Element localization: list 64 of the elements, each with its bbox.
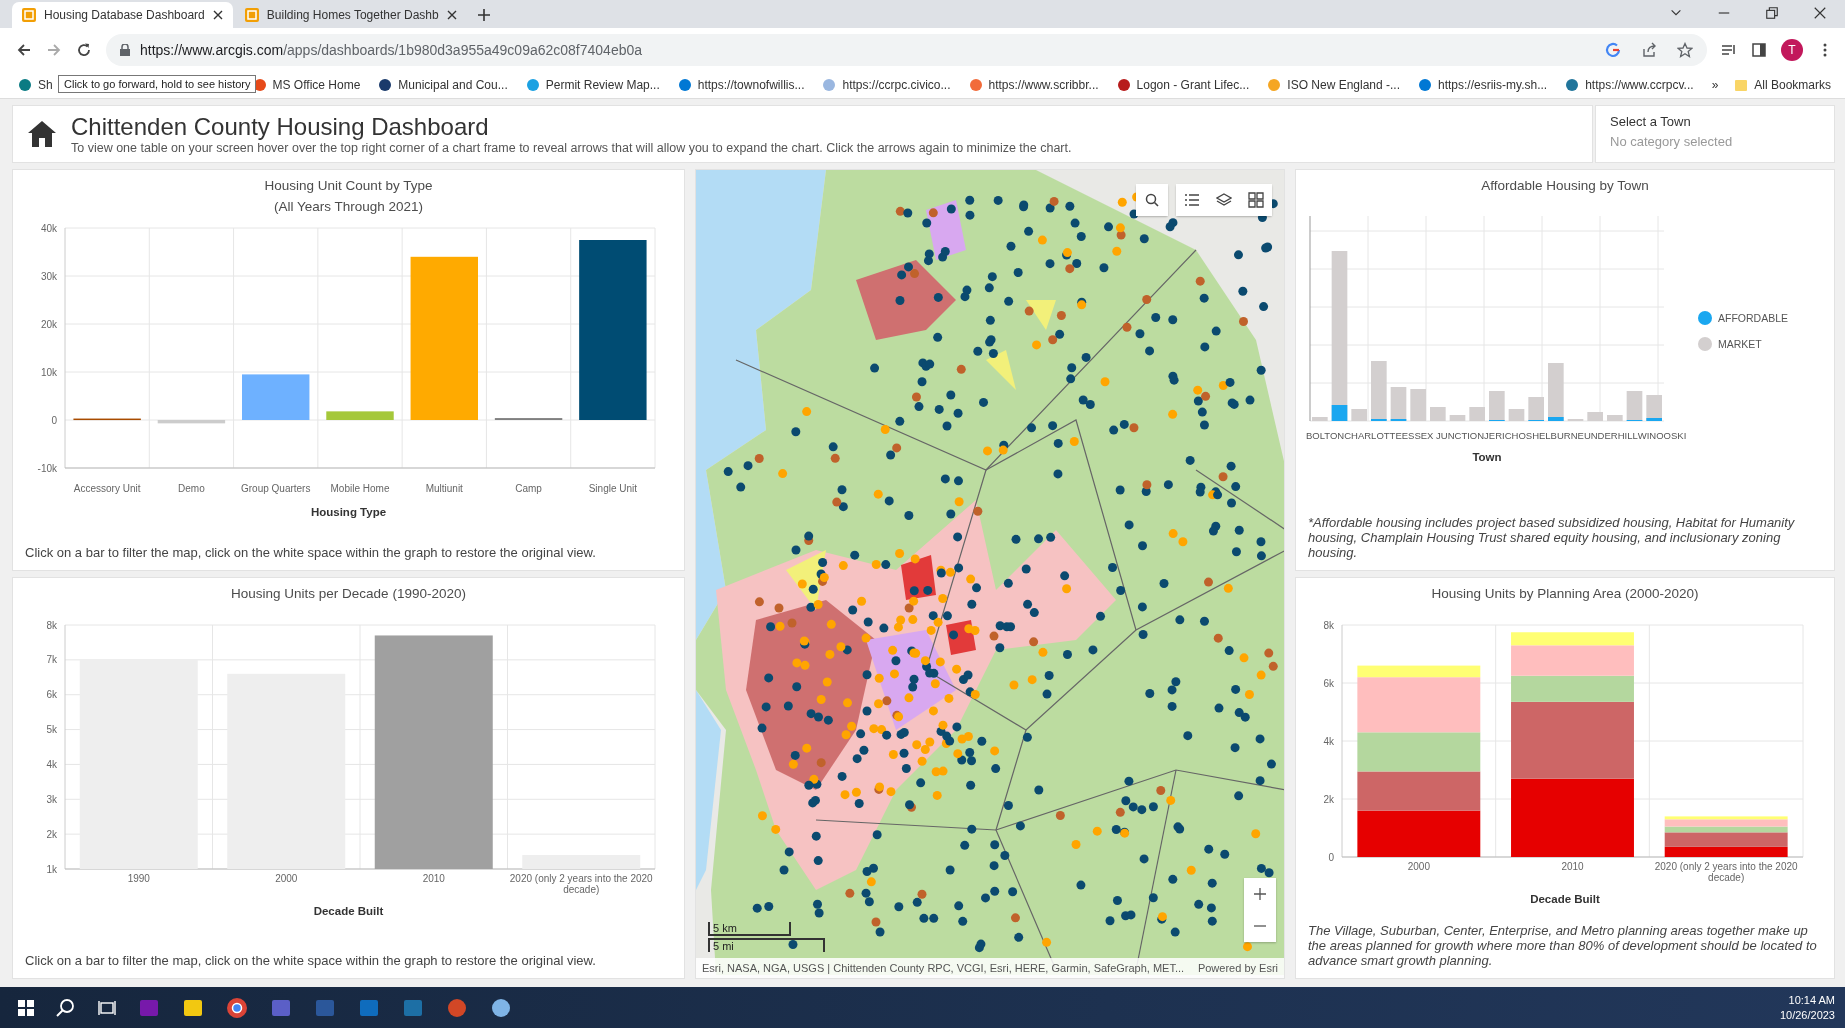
axis-tick-label: 3k	[46, 793, 57, 805]
chart-note: *Affordable housing includes project based subsidized housing, Habitat for Humanity housing, Champlain Housing Trust shared equity housing, and inclusionary zoning housing.	[1307, 515, 1796, 562]
url-text: https://www.arcgis.com/apps/dashboards/1b980d3a955a49c09a62c08f7404eb0a	[140, 42, 643, 58]
taskbar-time: 10:14 AM	[1788, 992, 1835, 1008]
axis-title: Decade Built	[1529, 893, 1601, 905]
axis-tick-label: 2k	[46, 828, 57, 840]
taskbar-date: 10/26/2023	[1779, 1007, 1835, 1023]
tooltip: Click to go forward, hold to see history	[58, 75, 257, 93]
axis-title: Housing Type	[309, 506, 388, 518]
chart-title: Housing Units by Planning Area (2000-2020)	[1430, 586, 1700, 601]
axis-category-label: Group Quarters	[240, 483, 311, 494]
chart-subtitle: (All Years Through 2021)	[272, 199, 425, 214]
axis-category-label: 2010	[1560, 861, 1585, 874]
axis-category-label: Multiunit	[425, 483, 463, 494]
map-attribution: Esri, NASA, NGA, USGS | Chittenden County RPC, VCGI, Esri, HERE, Garmin, SafeGraph, MET...	[702, 962, 1185, 974]
axis-category-label: Mobile Home	[330, 483, 390, 494]
legend-label: AFFORDABLE	[1718, 312, 1788, 324]
axis-category-label: 2010	[421, 873, 446, 886]
axis-tick-label: 20k	[40, 318, 57, 330]
axis-category-label: 2000	[274, 873, 299, 886]
axis-title: Decade Built	[312, 905, 385, 917]
axis-tick-label: 4k	[1323, 735, 1334, 747]
axis-category-label: 2000	[1406, 861, 1431, 874]
axis-tick-label: 1k	[46, 863, 57, 873]
axis-category-label: Accessory Unit	[73, 483, 141, 494]
axis-category-label: UNDERHILL	[1583, 430, 1638, 441]
axis-category-label: SHELBURNE	[1525, 430, 1584, 441]
axis-tick-label: 8k	[1323, 619, 1334, 631]
axis-category-label: WINOOSKI	[1637, 430, 1687, 441]
chart-title: Affordable Housing by Town	[1480, 178, 1650, 193]
dashboard-title: Chittenden County Housing Dashboard	[71, 113, 490, 141]
chart-note: Click on a bar to filter the map, click on the white space within the graph to restore the original view.	[24, 545, 597, 562]
axis-tick-label: 10k	[40, 366, 57, 378]
chart-title: Housing Unit Count by Type	[263, 178, 434, 193]
axis-tick-label: -10k	[37, 462, 57, 474]
axis-tick-label: 5k	[46, 724, 57, 736]
axis-tick-label: 8k	[46, 619, 57, 631]
axis-tick-label: 6k	[46, 689, 57, 701]
axis-category-label: 1990	[126, 873, 151, 886]
axis-category-label: CHARLOTTE	[1344, 430, 1402, 441]
chart-note: The Village, Suburban, Center, Enterprise, and Metro planning areas together make up the areas planned for growth where more than 80% of development should be located to advance smart growth planning.	[1307, 923, 1818, 970]
scale-bar: 5 km	[708, 922, 791, 936]
axis-category-label: ESSEX JUNCTION	[1401, 430, 1485, 441]
axis-tick-label: 0	[51, 414, 57, 426]
axis-tick-label: 2k	[1323, 793, 1334, 805]
axis-title: Town	[1471, 451, 1503, 463]
axis-tick-label: 30k	[40, 270, 57, 282]
axis-category-label: BOLTON	[1306, 430, 1345, 441]
dashboard-instructions: To view one table on your screen hover over the top right corner of a chart frame to reveal arrows that will allow you to expand the chart. Click the arrows again to minimize the chart.	[71, 141, 1072, 155]
axis-tick-label: 40k	[40, 222, 57, 234]
axis-tick-label: 0	[1328, 851, 1334, 861]
chart-note: Click on a bar to filter the map, click on the white space within the graph to restore the original view.	[24, 953, 597, 970]
legend-label: MARKET	[1718, 338, 1762, 350]
chart-title: Housing Units per Decade (1990-2020)	[230, 586, 467, 601]
axis-tick-label: 4k	[46, 758, 57, 770]
scale-bar: 5 mi	[708, 938, 825, 952]
axis-category-label: JERICHO	[1484, 430, 1526, 441]
axis-category-label: Demo	[178, 483, 205, 494]
axis-category-label: Single Unit	[588, 483, 638, 494]
axis-tick-label: 6k	[1323, 677, 1334, 689]
axis-category-label: Camp	[515, 483, 542, 494]
axis-category-label: 2020 (only 2 years into the 2020 decade)	[508, 873, 654, 895]
axis-tick-label: 7k	[46, 654, 57, 666]
axis-category-label: 2020 (only 2 years into the 2020 decade)	[1653, 861, 1799, 883]
